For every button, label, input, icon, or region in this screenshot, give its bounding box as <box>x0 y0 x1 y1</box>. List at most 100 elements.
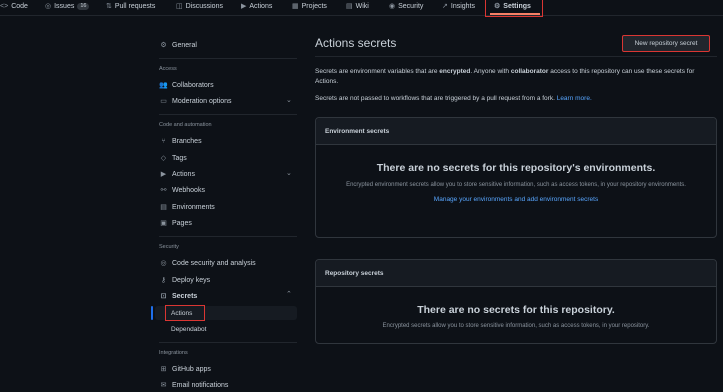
apps-icon: ⊞ <box>160 366 167 373</box>
issues-count-badge: 16 <box>77 2 90 10</box>
sidebar-item-moderation[interactable]: ▭ Moderation options <box>159 94 232 108</box>
tab-insights[interactable]: ↗ Insights <box>442 0 475 12</box>
new-repository-secret-button[interactable]: New repository secret <box>622 35 710 52</box>
issue-icon: ◎ <box>45 3 52 10</box>
sidebar-item-code-security[interactable]: ◎ Code security and analysis <box>159 256 256 270</box>
box-body: There are no secrets for this repository… <box>316 162 716 203</box>
chevron-up-icon[interactable]: ⌃ <box>286 290 292 298</box>
section-heading-security: Security <box>159 244 179 250</box>
sidebar-item-webhooks[interactable]: ⚯ Webhooks <box>159 183 205 197</box>
tab-label: Pull requests <box>114 2 156 10</box>
sidebar-item-label: Webhooks <box>172 186 205 194</box>
empty-state-description: Encrypted environment secrets allow you … <box>346 182 686 188</box>
chevron-down-icon[interactable]: ⌄ <box>286 96 292 104</box>
section-heading-integrations: Integrations <box>159 350 188 356</box>
book-icon: ▤ <box>346 3 353 10</box>
sidebar-item-label: Pages <box>172 219 192 227</box>
tab-security[interactable]: ◉ Security <box>389 0 423 12</box>
sidebar-item-label: Dependabot <box>171 325 207 333</box>
graph-icon: ↗ <box>442 3 448 10</box>
sidebar-item-tags[interactable]: ◇ Tags <box>159 151 187 165</box>
sidebar-item-label: Code security and analysis <box>172 259 256 267</box>
divider <box>159 342 297 343</box>
pull-request-icon: ⇅ <box>106 3 112 10</box>
people-icon: 👥 <box>159 82 168 89</box>
desc-bold-encrypted: encrypted <box>439 68 471 75</box>
sidebar-item-branches[interactable]: ⑂ Branches <box>159 134 202 148</box>
discussion-icon: ◫ <box>176 3 183 10</box>
codescan-icon: ◎ <box>160 260 167 267</box>
tab-label: Issues <box>54 2 75 10</box>
environment-secrets-box: Environment secrets There are no secrets… <box>315 117 717 238</box>
asterisk-box-icon: ⊡ <box>160 293 167 300</box>
sidebar-item-label: General <box>172 41 197 49</box>
tab-label: Actions <box>249 2 273 10</box>
tab-issues[interactable]: ◎ Issues 16 <box>45 0 90 12</box>
empty-state-description: Encrypted secrets allow you to store sen… <box>382 323 650 329</box>
sidebar-item-github-apps[interactable]: ⊞ GitHub apps <box>159 362 211 376</box>
webhook-icon: ⚯ <box>160 187 167 194</box>
comment-icon: ▭ <box>160 98 167 105</box>
sidebar-item-general[interactable]: ⚙ General <box>159 38 197 52</box>
desc-text: Secrets are not passed to workflows that… <box>315 95 557 102</box>
box-heading: Repository secrets <box>316 260 716 287</box>
empty-state-title: There are no secrets for this repository… <box>417 304 615 316</box>
repo-nav: <> Code ◎ Issues 16 ⇅ Pull requests ◫ Di… <box>0 0 723 17</box>
sidebar-item-label: Environments <box>172 203 215 211</box>
sidebar-subitem-dependabot[interactable]: Dependabot <box>171 322 206 336</box>
sidebar-item-collaborators[interactable]: 👥 Collaborators <box>159 78 214 92</box>
section-heading-access: Access <box>159 66 177 72</box>
branch-icon: ⑂ <box>161 137 166 145</box>
box-heading: Environment secrets <box>316 118 716 145</box>
sidebar-item-pages[interactable]: ▣ Pages <box>159 216 192 230</box>
tab-label: Code <box>11 2 28 10</box>
sidebar-item-label: Secrets <box>172 292 198 300</box>
sidebar-item-label: Collaborators <box>172 81 214 89</box>
tab-pull-requests[interactable]: ⇅ Pull requests <box>106 0 155 12</box>
tab-label: Insights <box>450 2 475 10</box>
tab-label: Wiki <box>355 2 369 10</box>
tab-projects[interactable]: ▦ Projects <box>292 0 327 12</box>
mail-icon: ✉ <box>160 382 167 389</box>
sidebar-item-actions[interactable]: ▶ Actions <box>159 167 195 181</box>
sidebar-item-label: Branches <box>172 137 202 145</box>
sidebar-item-label: GitHub apps <box>172 365 211 373</box>
tab-label: Discussions <box>185 2 223 10</box>
tab-code[interactable]: <> Code <box>0 0 28 12</box>
play-icon: ▶ <box>241 3 247 10</box>
server-icon: ▤ <box>160 204 167 211</box>
active-indicator <box>151 306 153 320</box>
section-heading-code-automation: Code and automation <box>159 122 212 128</box>
sidebar-item-email-notifications[interactable]: ✉ Email notifications <box>159 378 229 392</box>
tab-discussions[interactable]: ◫ Discussions <box>176 0 223 12</box>
sidebar-item-deploy-keys[interactable]: ⚷ Deploy keys <box>159 273 210 287</box>
sidebar-item-environments[interactable]: ▤ Environments <box>159 200 215 214</box>
fork-note: Secrets are not passed to workflows that… <box>315 94 705 104</box>
box-body: There are no secrets for this repository… <box>316 304 716 331</box>
tab-label: Projects <box>301 2 327 10</box>
manage-environments-link[interactable]: Manage your environments and add environ… <box>316 196 716 203</box>
browser-icon: ▣ <box>160 220 167 227</box>
title-divider <box>315 56 717 57</box>
chevron-down-icon[interactable]: ⌄ <box>286 169 292 177</box>
learn-more-link[interactable]: Learn more. <box>557 95 592 102</box>
shield-icon: ◉ <box>389 3 396 10</box>
secrets-description: Secrets are environment variables that a… <box>315 67 705 87</box>
divider <box>159 236 297 237</box>
code-icon: <> <box>0 2 9 10</box>
settings-highlight-box <box>485 0 543 17</box>
page-title: Actions secrets <box>315 36 397 50</box>
tag-icon: ◇ <box>160 155 167 162</box>
key-icon: ⚷ <box>160 277 167 284</box>
empty-state-title: There are no secrets for this repository… <box>376 162 656 174</box>
tab-actions[interactable]: ▶ Actions <box>241 0 272 12</box>
desc-text: . Anyone with <box>470 68 511 75</box>
sidebar-item-label: Moderation options <box>172 97 232 105</box>
sidebar-item-label: Deploy keys <box>172 276 211 284</box>
tab-wiki[interactable]: ▤ Wiki <box>346 0 369 12</box>
desc-text: Secrets are environment variables that a… <box>315 68 440 75</box>
gear-icon: ⚙ <box>160 42 167 49</box>
sidebar-item-secrets[interactable]: ⊡ Secrets <box>159 289 198 303</box>
tab-label: Security <box>398 2 424 10</box>
sidebar-item-label: Email notifications <box>172 381 229 389</box>
